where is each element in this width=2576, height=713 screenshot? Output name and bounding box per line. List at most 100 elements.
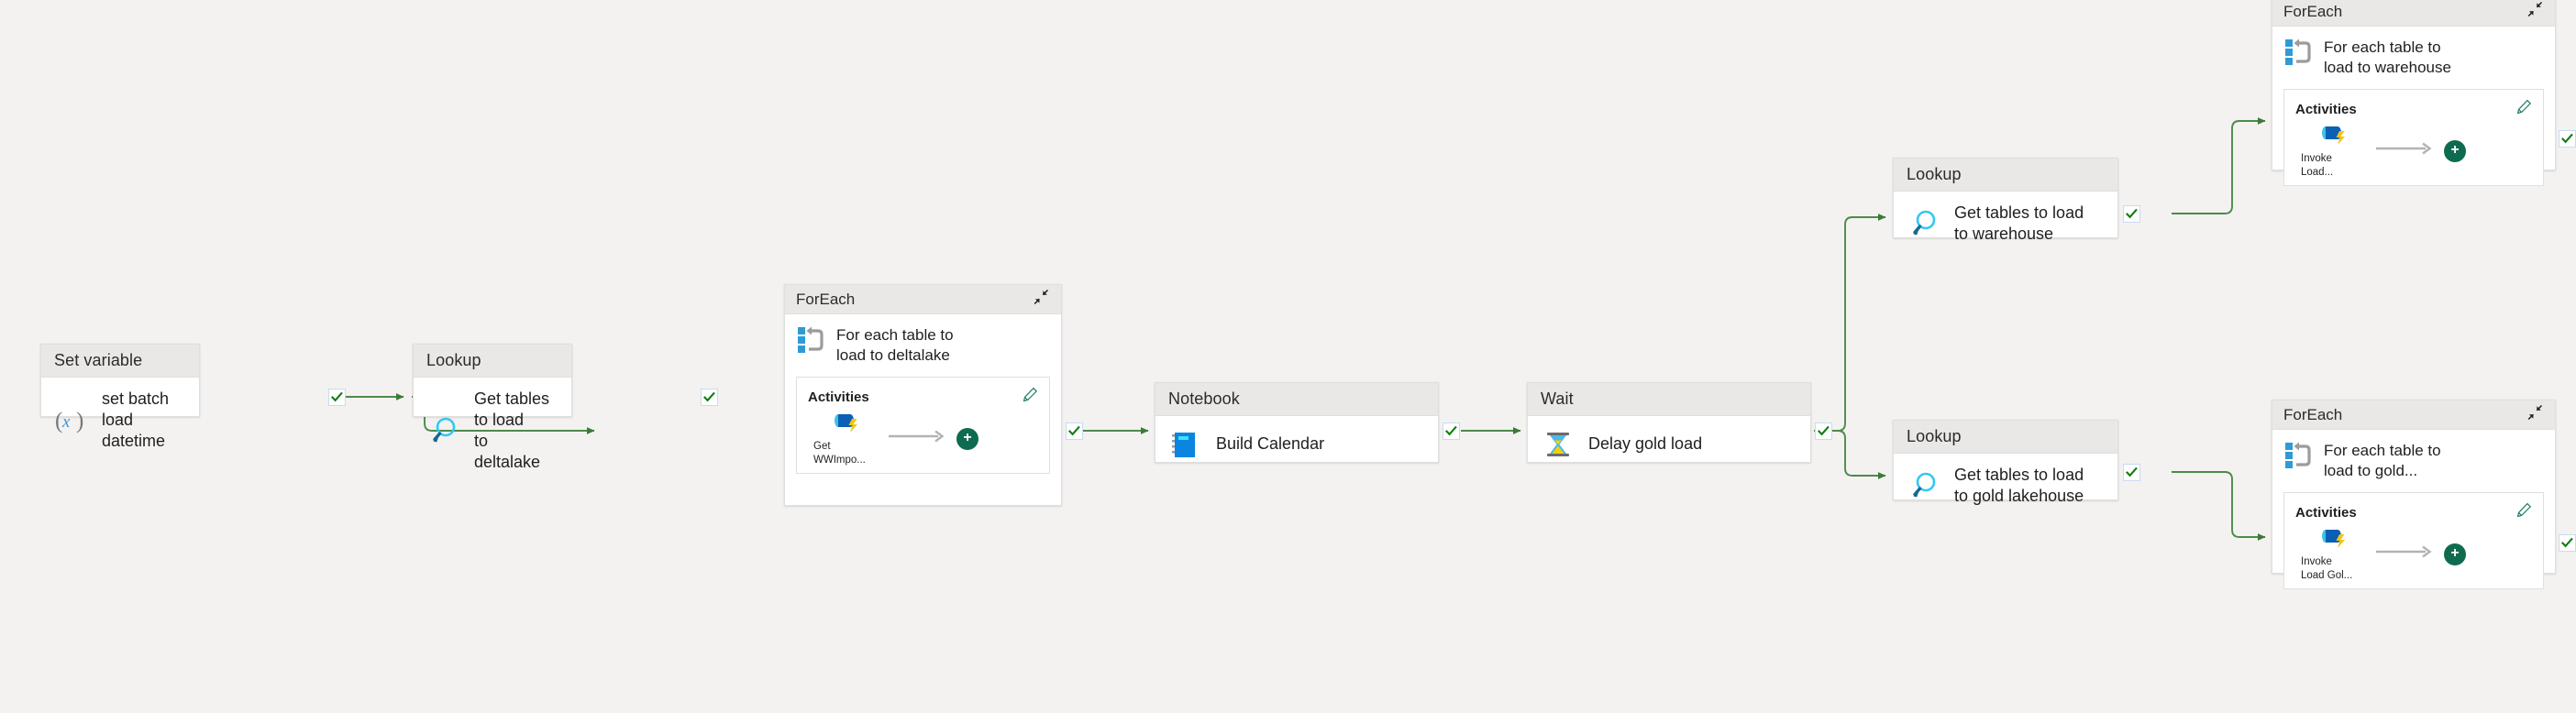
node-type-header: Notebook bbox=[1155, 383, 1438, 416]
check-icon bbox=[703, 391, 715, 402]
node-type-header: Set variable bbox=[41, 345, 199, 378]
notebook-icon bbox=[1168, 427, 1203, 462]
status-badge-success[interactable] bbox=[328, 389, 346, 406]
activities-panel: Activities bbox=[2283, 89, 2544, 187]
node-name-label: Get tables to load to warehouse bbox=[1954, 203, 2084, 244]
foreach-type-label: ForEach bbox=[796, 290, 856, 308]
foreach-name-label: For each table to load to deltalake bbox=[836, 326, 954, 365]
foreach-title-row: For each table to load to gold... bbox=[2272, 430, 2555, 488]
status-badge-success[interactable] bbox=[1443, 422, 1460, 440]
activities-items: Get WWImpo... + bbox=[797, 407, 1049, 466]
invoke-pipeline-icon bbox=[835, 414, 857, 433]
inner-activity-label: Invoke Load... bbox=[2301, 153, 2334, 178]
status-badge-success[interactable] bbox=[2123, 205, 2140, 223]
activities-title: Activities bbox=[2295, 101, 2357, 117]
check-icon bbox=[1445, 425, 1457, 436]
inner-activity-item[interactable]: Invoke Load Gol... bbox=[2301, 526, 2365, 582]
pipeline-node-notebook[interactable]: Notebook Build Calendar bbox=[1155, 382, 1439, 463]
pencil-icon[interactable] bbox=[2516, 502, 2532, 522]
add-activity-button[interactable]: + bbox=[956, 427, 978, 450]
check-icon bbox=[2561, 133, 2573, 144]
collapse-diagonal-icon[interactable] bbox=[2526, 0, 2544, 23]
status-badge-success[interactable] bbox=[1815, 422, 1832, 440]
pipeline-node-lookup-gold-lakehouse[interactable]: Lookup Get tables to load to gold lakeho… bbox=[1893, 420, 2118, 505]
foreach-header: ForEach bbox=[785, 285, 1061, 314]
node-type-label: Lookup bbox=[1907, 165, 1962, 183]
foreach-loop-icon bbox=[2285, 441, 2313, 475]
activities-header: Activities bbox=[797, 378, 1049, 407]
foreach-header: ForEach bbox=[2272, 0, 2555, 27]
invoke-pipeline-icon bbox=[2322, 530, 2345, 549]
check-icon bbox=[1068, 425, 1080, 436]
activities-panel: Activities bbox=[2283, 492, 2544, 590]
activities-items: Invoke Load Gol... + bbox=[2284, 522, 2543, 582]
pencil-icon[interactable] bbox=[1023, 387, 1038, 407]
pipeline-container-foreach-deltalake[interactable]: ForEach For each table to load to deltal… bbox=[784, 284, 1062, 506]
node-type-label: Set variable bbox=[54, 351, 143, 369]
pipeline-node-set-variable[interactable]: Set variable ( x ) set batch load dateti… bbox=[40, 344, 200, 450]
check-icon bbox=[2561, 537, 2573, 548]
check-icon bbox=[2126, 466, 2138, 477]
node-name-label: Get tables to load to deltalake bbox=[474, 389, 550, 472]
flow-arrow-icon bbox=[887, 429, 947, 448]
foreach-type-label: ForEach bbox=[2283, 2, 2343, 20]
inner-activity-label: Get WWImpo... bbox=[813, 441, 866, 466]
inner-activity-item[interactable]: Invoke Load... bbox=[2301, 123, 2365, 179]
foreach-title-row: For each table to load to deltalake bbox=[785, 314, 1061, 373]
node-body: Get tables to load to deltalake bbox=[414, 378, 571, 484]
add-activity-button[interactable]: + bbox=[2444, 543, 2466, 565]
foreach-type-label: ForEach bbox=[2283, 405, 2343, 423]
node-name-label: Build Calendar bbox=[1216, 434, 1325, 454]
check-icon bbox=[2126, 208, 2138, 219]
foreach-loop-icon bbox=[2285, 38, 2313, 71]
invoke-pipeline-icon bbox=[2322, 126, 2345, 146]
node-body: Build Calendar bbox=[1155, 416, 1438, 473]
foreach-header: ForEach bbox=[2272, 400, 2555, 430]
magnifier-icon bbox=[1907, 206, 1941, 241]
node-body: Get tables to load to warehouse bbox=[1894, 192, 2117, 256]
pipeline-container-foreach-warehouse[interactable]: ForEach For each table to load to wareho… bbox=[2272, 0, 2556, 187]
svg-text:): ) bbox=[76, 409, 83, 433]
node-name-label: Get tables to load to gold lakehouse bbox=[1954, 466, 2084, 506]
node-type-label: Lookup bbox=[1907, 427, 1962, 445]
node-type-header: Lookup bbox=[1894, 421, 2117, 454]
node-type-header: Lookup bbox=[1894, 159, 2117, 192]
activities-header: Activities bbox=[2284, 90, 2543, 119]
collapse-diagonal-icon[interactable] bbox=[1032, 288, 1050, 311]
pipeline-node-lookup-warehouse[interactable]: Lookup Get tables to load to warehouse bbox=[1893, 158, 2118, 243]
pipeline-canvas[interactable]: Set variable ( x ) set batch load dateti… bbox=[0, 0, 2576, 713]
pencil-icon[interactable] bbox=[2516, 99, 2532, 119]
plus-icon: + bbox=[2450, 544, 2460, 561]
flow-arrow-icon bbox=[2374, 141, 2435, 160]
pipeline-container-foreach-gold[interactable]: ForEach For each table to load to gold..… bbox=[2272, 400, 2556, 590]
foreach-name-label: For each table to load to gold... bbox=[2324, 442, 2441, 480]
activities-title: Activities bbox=[2295, 504, 2357, 521]
add-activity-button[interactable]: + bbox=[2444, 139, 2466, 162]
foreach-name-label: For each table to load to warehouse bbox=[2324, 38, 2451, 77]
node-name-label: Delay gold load bbox=[1588, 434, 1703, 454]
check-icon bbox=[331, 391, 343, 402]
flow-arrow-icon bbox=[2374, 544, 2435, 564]
plus-icon: + bbox=[2450, 141, 2460, 158]
connector-layer bbox=[346, 117, 2266, 541]
status-badge-success[interactable] bbox=[1066, 422, 1083, 440]
node-body: Delay gold load bbox=[1528, 416, 1810, 473]
status-badge-success[interactable] bbox=[2123, 464, 2140, 481]
pipeline-node-wait[interactable]: Wait Delay gold load bbox=[1527, 382, 1811, 463]
node-type-header: Wait bbox=[1528, 383, 1810, 416]
status-badge-success[interactable] bbox=[2559, 534, 2576, 552]
check-icon bbox=[1818, 425, 1830, 436]
foreach-title-row: For each table to load to warehouse bbox=[2272, 27, 2555, 85]
activities-panel: Activities bbox=[796, 377, 1050, 475]
inner-activity-label: Invoke Load Gol... bbox=[2301, 556, 2353, 581]
status-badge-success[interactable] bbox=[701, 389, 718, 406]
status-badge-success[interactable] bbox=[2559, 130, 2576, 148]
node-body: Get tables to load to gold lakehouse bbox=[1894, 454, 2117, 518]
variable-x-icon: ( x ) bbox=[54, 403, 89, 438]
plus-icon: + bbox=[963, 429, 972, 445]
collapse-diagonal-icon[interactable] bbox=[2526, 403, 2544, 426]
foreach-loop-icon bbox=[798, 325, 825, 359]
node-type-label: Lookup bbox=[426, 351, 481, 369]
pipeline-node-lookup-deltalake[interactable]: Lookup Get tables to load to deltalake bbox=[413, 344, 572, 471]
inner-activity-item[interactable]: Get WWImpo... bbox=[813, 411, 878, 466]
